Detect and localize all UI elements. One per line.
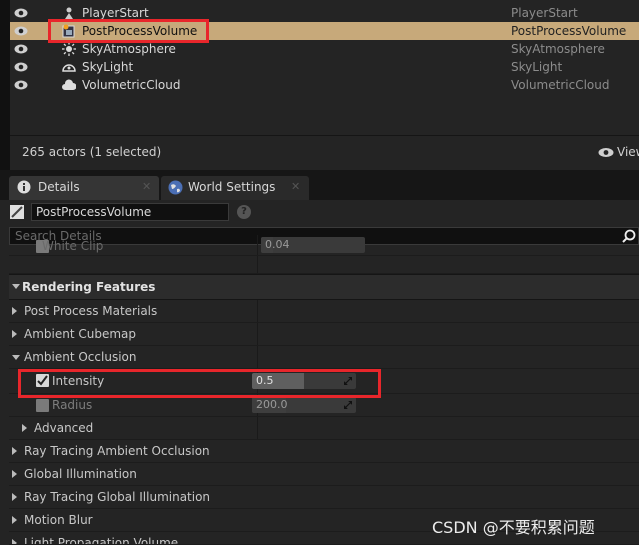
outliner-item-name: SkyAtmosphere (82, 42, 176, 56)
property-label: White Clip (42, 239, 104, 253)
eye-icon[interactable] (14, 61, 28, 73)
expand-arrow-icon (12, 539, 17, 544)
resize-arrow-icon (344, 401, 352, 409)
property-label: Radius (52, 398, 93, 412)
section-header-rendering-features[interactable]: Rendering Features (9, 274, 639, 300)
skylight-icon (62, 64, 76, 72)
object-name-row: PostProcessVolume ? (0, 200, 639, 226)
property-group-advanced[interactable]: Advanced (9, 417, 639, 440)
eye-icon[interactable] (14, 7, 28, 19)
expand-arrow-icon (12, 470, 17, 478)
highlight-box-outliner (48, 19, 209, 43)
expand-arrow-icon (22, 424, 27, 432)
property-label: Light Propagation Volume (24, 536, 179, 545)
eye-icon[interactable] (14, 25, 28, 37)
tab-label: World Settings (188, 180, 276, 194)
property-group-ray-tracing-global-illumination[interactable]: Ray Tracing Global Illumination (9, 486, 639, 509)
actor-count-label: 265 actors (1 selected) (22, 145, 162, 159)
column-separator (257, 323, 258, 345)
view-options-button[interactable]: View (598, 145, 639, 159)
collapse-arrow-icon (12, 355, 20, 360)
tab-label: Details (38, 180, 80, 194)
property-group-ambient-occlusion[interactable]: Ambient Occlusion (9, 346, 639, 369)
sun-icon (62, 42, 76, 56)
value-text: 200.0 (256, 398, 288, 411)
property-label: Ambient Cubemap (24, 327, 137, 341)
column-separator (257, 346, 258, 368)
property-group-post-process-materials[interactable]: Post Process Materials (9, 300, 639, 323)
expand-arrow-icon (12, 493, 17, 501)
property-label: Post Process Materials (24, 304, 158, 318)
spacer-row (9, 256, 639, 274)
globe-icon (168, 180, 183, 195)
outliner-row-skylight[interactable]: SkyLight SkyLight (10, 58, 639, 76)
property-row-white-clip: White Clip 0.04 (9, 235, 639, 256)
property-label: Global Illumination (24, 467, 137, 481)
outliner-item-name: PlayerStart (82, 6, 149, 20)
expand-arrow-icon (12, 516, 17, 524)
panel-tabs: Details ✕ World Settings ✕ (0, 170, 639, 200)
expand-arrow-icon (12, 307, 17, 315)
highlight-box-intensity (18, 369, 381, 398)
object-name-input[interactable]: PostProcessVolume (31, 203, 229, 221)
outliner-divider (10, 135, 639, 136)
help-icon[interactable]: ? (237, 205, 251, 219)
property-group-global-illumination[interactable]: Global Illumination (9, 463, 639, 486)
outliner-gutter (0, 0, 10, 170)
close-icon[interactable]: ✕ (142, 180, 151, 193)
outliner-item-type: VolumetricCloud (511, 78, 610, 92)
eye-icon[interactable] (14, 43, 28, 55)
property-label: Ray Tracing Ambient Occlusion (24, 444, 210, 458)
cloud-icon (62, 79, 76, 90)
expand-arrow-icon (12, 447, 17, 455)
section-title: Rendering Features (22, 280, 156, 294)
outliner-item-type: SkyAtmosphere (511, 42, 605, 56)
radius-checkbox[interactable] (36, 399, 49, 412)
outliner-item-type: SkyLight (511, 60, 563, 74)
column-separator (257, 256, 258, 273)
property-group-ambient-cubemap[interactable]: Ambient Cubemap (9, 323, 639, 346)
info-icon (17, 180, 31, 194)
outliner-row-volumetriccloud[interactable]: VolumetricCloud VolumetricCloud (10, 76, 639, 94)
property-label: Ambient Occlusion (24, 350, 137, 364)
eye-icon[interactable] (14, 79, 28, 91)
close-icon[interactable]: ✕ (291, 180, 300, 193)
column-separator (257, 417, 258, 439)
property-label: Advanced (34, 421, 94, 435)
actor-icon (10, 205, 24, 219)
outliner-item-type: PlayerStart (511, 6, 578, 20)
collapse-arrow-icon (12, 284, 20, 289)
radius-value-field[interactable]: 200.0 (252, 397, 356, 413)
white-clip-value-field[interactable]: 0.04 (261, 237, 365, 253)
property-label: Motion Blur (24, 513, 93, 527)
player-start-icon (65, 7, 73, 19)
outliner-item-name: VolumetricCloud (82, 78, 181, 92)
outliner-item-name: SkyLight (82, 60, 134, 74)
property-group-ray-tracing-ambient-occlusion[interactable]: Ray Tracing Ambient Occlusion (9, 440, 639, 463)
tab-details[interactable]: Details ✕ (9, 176, 159, 200)
expand-arrow-icon (12, 330, 17, 338)
value-text: 0.04 (265, 238, 290, 251)
eye-icon (598, 148, 614, 157)
view-options-label: View (617, 145, 639, 159)
tab-world-settings[interactable]: World Settings ✕ (161, 176, 309, 200)
outliner-item-type: PostProcessVolume (511, 24, 627, 38)
property-label: Ray Tracing Global Illumination (24, 490, 211, 504)
watermark: CSDN @不要积累问题 (432, 518, 595, 537)
column-separator (257, 300, 258, 322)
column-separator (257, 235, 258, 255)
